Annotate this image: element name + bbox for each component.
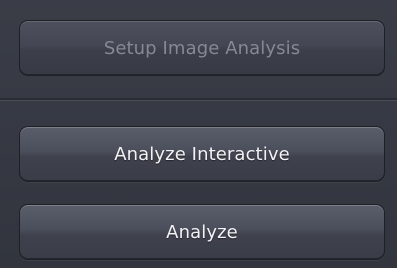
setup-image-analysis-button[interactable]: Setup Image Analysis	[19, 20, 385, 76]
section-divider	[0, 98, 397, 101]
analyze-interactive-label: Analyze Interactive	[114, 143, 290, 165]
analyze-button[interactable]: Analyze	[19, 204, 385, 260]
analyze-interactive-button[interactable]: Analyze Interactive	[19, 126, 385, 182]
analysis-panel: Setup Image Analysis Analyze Interactive…	[0, 0, 397, 268]
setup-image-analysis-label: Setup Image Analysis	[103, 37, 301, 59]
analyze-label: Analyze	[166, 221, 238, 243]
